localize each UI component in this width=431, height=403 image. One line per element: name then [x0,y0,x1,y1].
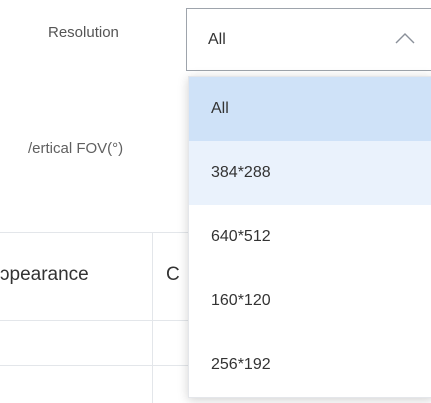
filter-panel: Resolution /ertical FOV(°) ɔpearance C A… [0,0,431,403]
column-header-c[interactable]: C [166,264,180,286]
resolution-label: Resolution [48,24,119,41]
resolution-option-640x512[interactable]: 640*512 [189,205,431,269]
resolution-option-256x192[interactable]: 256*192 [189,333,431,397]
column-header-appearance[interactable]: ɔpearance [0,264,89,286]
resolution-dropdown-menu: All 384*288 640*512 160*120 256*192 [188,76,431,398]
vertical-fov-label: /ertical FOV(°) [28,140,124,157]
resolution-select[interactable]: All [186,8,431,71]
resolution-option-160x120[interactable]: 160*120 [189,269,431,333]
resolution-option-all[interactable]: All [189,77,431,141]
chevron-up-icon[interactable] [394,31,416,45]
resolution-option-384x288[interactable]: 384*288 [189,141,431,205]
resolution-select-value: All [208,31,226,48]
table-column-divider [152,232,153,403]
